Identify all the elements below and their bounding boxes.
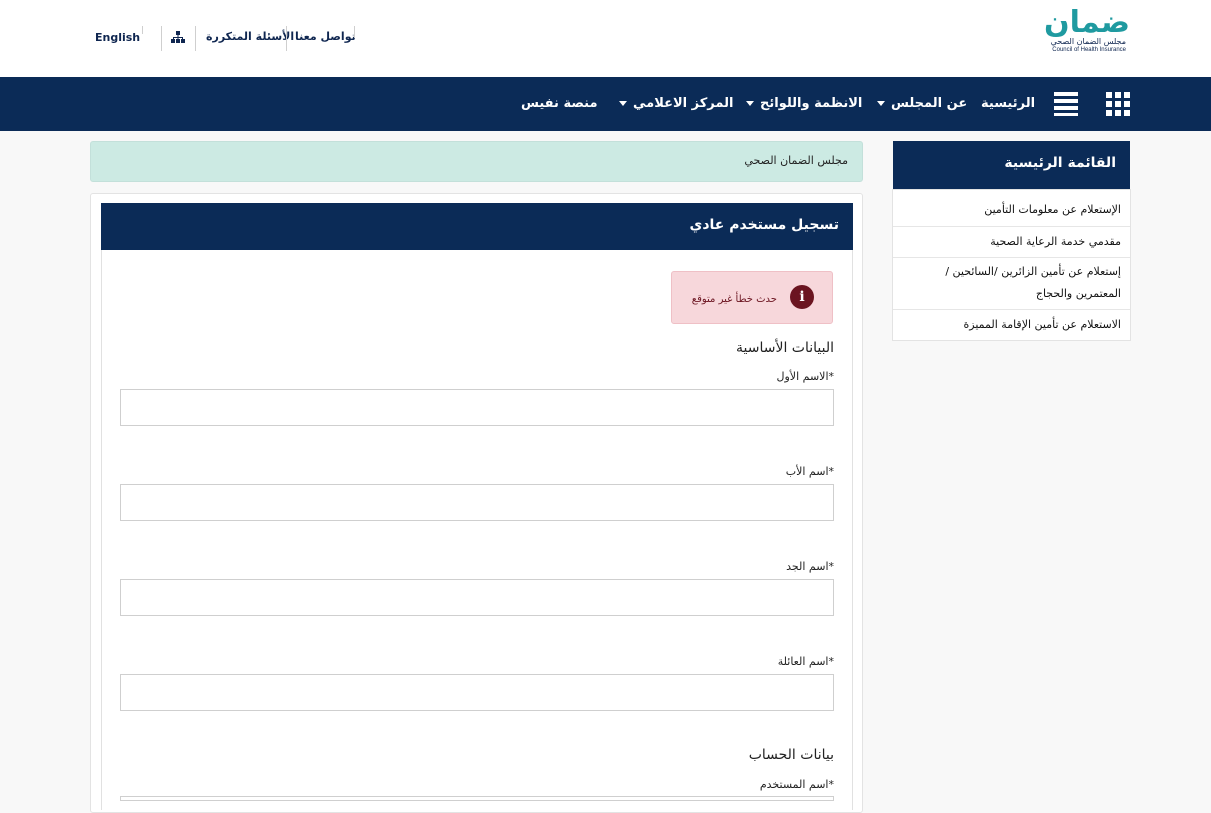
error-alert: i حدث خطأ غير متوقع — [671, 271, 833, 324]
sidebar-item-insurance-info[interactable]: الإستعلام عن معلومات التأمين — [893, 190, 1130, 227]
logo-wordmark: ضمان — [1044, 5, 1130, 40]
caret-down-icon — [746, 101, 754, 106]
account-info-heading: بيانات الحساب — [748, 747, 834, 763]
nav-item-label: عن المجلس — [891, 96, 968, 111]
sidebar-menu: الإستعلام عن معلومات التأمين مقدمي خدمة … — [892, 189, 1131, 341]
alert-message: حدث خطأ غير متوقع — [691, 294, 777, 305]
nav-item-label: منصة نفيس — [521, 96, 598, 111]
nav-item-media[interactable]: المركز الاعلامي — [619, 77, 733, 131]
sidebar-item-providers[interactable]: مقدمي خدمة الرعاية الصحية — [893, 227, 1130, 258]
caret-down-icon — [619, 101, 627, 106]
nav-item-label: الرئيسية — [981, 96, 1036, 111]
sidebar-item-label: الإستعلام عن معلومات التأمين — [984, 203, 1121, 216]
sitemap-icon[interactable] — [171, 29, 185, 43]
util-divider — [354, 26, 355, 38]
faq-link[interactable]: الأسئلة المتكررة — [206, 30, 294, 43]
language-link[interactable]: English — [95, 31, 140, 44]
father-name-input[interactable] — [120, 484, 834, 521]
site-logo[interactable]: ضمان مجلس الضمان الصحي Council of Health… — [1030, 6, 1130, 56]
grandfather-name-label: اسم الجد* — [786, 560, 834, 573]
util-divider — [142, 26, 143, 34]
nav-item-nafees[interactable]: منصة نفيس — [521, 77, 598, 131]
sidebar-title: القائمة الرئيسية — [1004, 155, 1116, 171]
nav-item-regulations[interactable]: الانظمة واللوائح — [746, 77, 862, 131]
card-header: تسجيل مستخدم عادي — [101, 203, 853, 250]
grandfather-name-input[interactable] — [120, 579, 834, 616]
username-input[interactable] — [120, 796, 834, 801]
list-menu-icon[interactable] — [1054, 92, 1078, 116]
breadcrumb-item[interactable]: مجلس الضمان الصحي — [744, 154, 848, 167]
sidebar-item-label: الاستعلام عن تأمين الإقامة المميزة — [963, 318, 1121, 331]
card-body — [101, 250, 853, 810]
breadcrumb: مجلس الضمان الصحي — [90, 141, 863, 182]
util-divider — [286, 26, 287, 51]
family-name-label: اسم العائلة* — [777, 655, 834, 668]
util-divider — [195, 26, 196, 51]
logo-subtitle-en: Council of Health Insurance — [1052, 47, 1126, 53]
sidebar-item-visitors-insurance[interactable]: إستعلام عن تأمين الزائرين /السائحين / ال… — [893, 258, 1130, 310]
sidebar-item-premium-residency[interactable]: الاستعلام عن تأمين الإقامة المميزة — [893, 310, 1130, 340]
sidebar-item-label: مقدمي خدمة الرعاية الصحية — [990, 235, 1121, 248]
sidebar-header: القائمة الرئيسية — [893, 141, 1130, 189]
father-name-label: اسم الأب* — [785, 465, 834, 478]
first-name-input[interactable] — [120, 389, 834, 426]
grid-menu-icon[interactable] — [1106, 92, 1130, 116]
family-name-input[interactable] — [120, 674, 834, 711]
nav-item-label: الانظمة واللوائح — [760, 96, 863, 111]
info-icon: i — [790, 285, 814, 309]
util-divider — [161, 26, 162, 51]
sidebar-item-label: إستعلام عن تأمين الزائرين /السائحين / ال… — [945, 265, 1121, 300]
first-name-label: الاسم الأول* — [776, 370, 835, 383]
contact-link[interactable]: تواصل معنا — [295, 30, 356, 43]
username-label: اسم المستخدم* — [759, 778, 834, 791]
nav-item-label: المركز الاعلامي — [633, 96, 734, 111]
nav-item-home[interactable]: الرئيسية — [981, 77, 1035, 131]
caret-down-icon — [877, 101, 885, 106]
nav-item-about[interactable]: عن المجلس — [877, 77, 967, 131]
basic-info-heading: البيانات الأساسية — [736, 340, 834, 356]
form-title: تسجيل مستخدم عادي — [689, 217, 839, 233]
